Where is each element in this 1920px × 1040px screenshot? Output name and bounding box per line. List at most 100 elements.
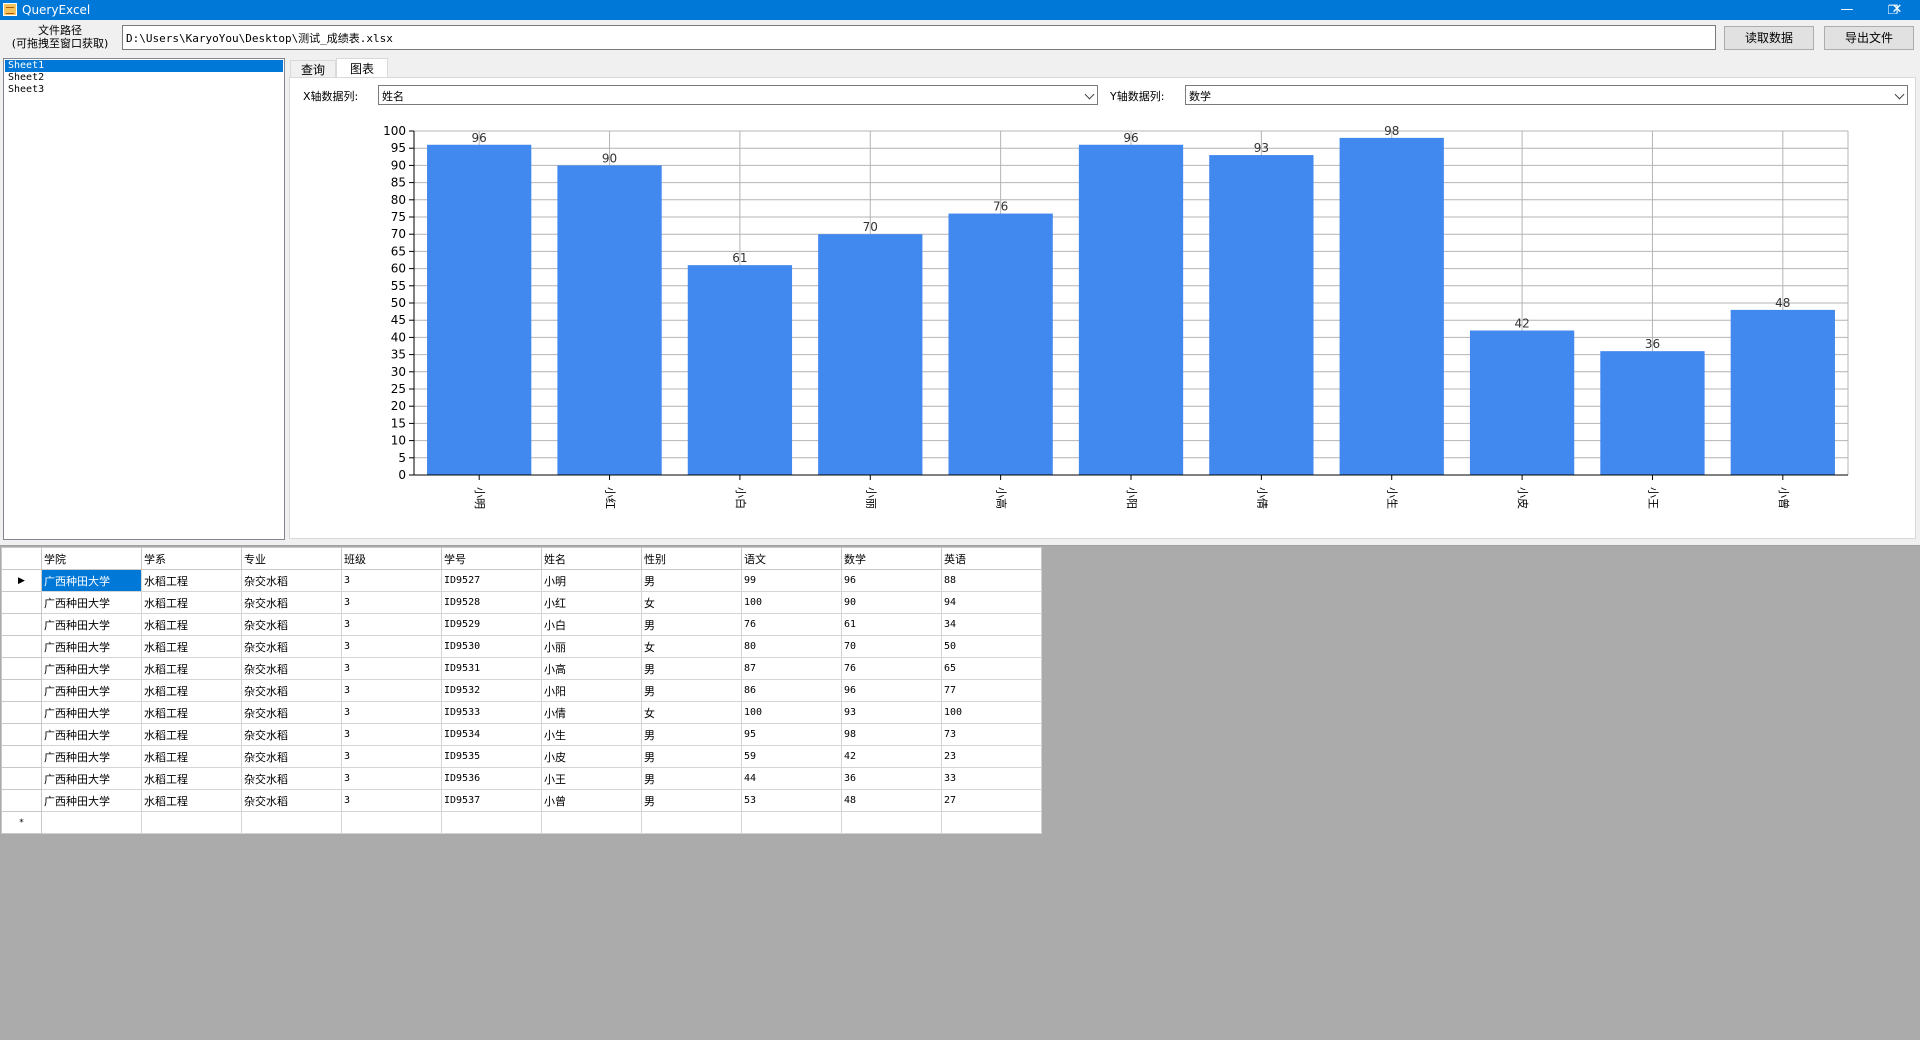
row-header[interactable]: * xyxy=(1,811,42,834)
table-cell[interactable]: 水稻工程 xyxy=(141,591,242,614)
table-row[interactable]: ▶ 广西种田大学 水稻工程 杂交水稻 3 ID9527 小明男 99 96 88 xyxy=(1,569,1042,592)
table-cell[interactable]: 61 xyxy=(841,613,942,636)
table-cell[interactable]: 水稻工程 xyxy=(141,701,242,724)
table-cell[interactable]: 小高 xyxy=(541,657,642,680)
table-cell[interactable]: 100 xyxy=(741,591,842,614)
table-cell[interactable] xyxy=(941,811,1042,834)
x-axis-column-select[interactable]: 姓名 xyxy=(378,85,1098,105)
table-cell[interactable]: 3 xyxy=(341,613,442,636)
table-cell[interactable]: 广西种田大学 xyxy=(41,679,142,702)
table-cell[interactable]: 广西种田大学 xyxy=(41,701,142,724)
table-cell[interactable]: 水稻工程 xyxy=(141,745,242,768)
table-cell[interactable]: 50 xyxy=(941,635,1042,658)
table-cell[interactable]: 36 xyxy=(841,767,942,790)
table-cell[interactable]: 水稻工程 xyxy=(141,657,242,680)
column-header[interactable]: 性别 xyxy=(641,547,742,570)
table-cell[interactable]: 27 xyxy=(941,789,1042,812)
table-cell[interactable]: 99 xyxy=(741,569,842,592)
table-cell[interactable]: 3 xyxy=(341,745,442,768)
table-cell[interactable]: 杂交水稻 xyxy=(241,767,342,790)
table-cell[interactable]: 73 xyxy=(941,723,1042,746)
table-row[interactable]: 广西种田大学 水稻工程 杂交水稻 3 ID9535 小皮男 59 42 23 xyxy=(1,745,1042,768)
table-cell[interactable]: 3 xyxy=(341,789,442,812)
row-header[interactable] xyxy=(1,613,42,636)
table-cell[interactable]: 女 xyxy=(641,591,742,614)
table-cell[interactable]: ID9531 xyxy=(441,657,542,680)
table-cell[interactable]: 杂交水稻 xyxy=(241,789,342,812)
row-header[interactable] xyxy=(1,723,42,746)
table-cell[interactable]: 90 xyxy=(841,591,942,614)
table-cell[interactable]: 3 xyxy=(341,679,442,702)
close-button[interactable]: ✕ xyxy=(1874,0,1920,20)
table-cell[interactable]: 48 xyxy=(841,789,942,812)
table-cell[interactable]: 广西种田大学 xyxy=(41,745,142,768)
table-cell[interactable]: 80 xyxy=(741,635,842,658)
table-cell[interactable] xyxy=(541,811,642,834)
table-cell[interactable]: 男 xyxy=(641,789,742,812)
table-cell[interactable]: 95 xyxy=(741,723,842,746)
table-cell[interactable]: 小阳 xyxy=(541,679,642,702)
read-data-button[interactable]: 读取数据 xyxy=(1724,26,1814,50)
table-cell[interactable]: 男 xyxy=(641,657,742,680)
column-header[interactable]: 学系 xyxy=(141,547,242,570)
table-cell[interactable]: ID9536 xyxy=(441,767,542,790)
table-cell[interactable]: 小王 xyxy=(541,767,642,790)
table-cell[interactable]: 53 xyxy=(741,789,842,812)
table-cell[interactable]: 杂交水稻 xyxy=(241,591,342,614)
table-cell[interactable]: 42 xyxy=(841,745,942,768)
table-cell[interactable]: 杂交水稻 xyxy=(241,569,342,592)
table-cell[interactable]: 水稻工程 xyxy=(141,723,242,746)
table-cell[interactable]: 3 xyxy=(341,723,442,746)
table-cell[interactable]: 女 xyxy=(641,701,742,724)
table-cell[interactable]: ID9535 xyxy=(441,745,542,768)
table-cell[interactable]: 98 xyxy=(841,723,942,746)
table-cell[interactable]: 100 xyxy=(741,701,842,724)
table-cell[interactable] xyxy=(241,811,342,834)
table-cell[interactable]: 杂交水稻 xyxy=(241,679,342,702)
table-cell[interactable]: 广西种田大学 xyxy=(41,723,142,746)
table-cell[interactable]: 杂交水稻 xyxy=(241,635,342,658)
table-cell[interactable]: 水稻工程 xyxy=(141,789,242,812)
table-cell[interactable]: 小生 xyxy=(541,723,642,746)
table-cell[interactable]: 77 xyxy=(941,679,1042,702)
table-cell[interactable]: 23 xyxy=(941,745,1042,768)
table-cell[interactable]: 65 xyxy=(941,657,1042,680)
sheet-list-item[interactable]: Sheet1 xyxy=(5,60,283,72)
new-row[interactable]: * xyxy=(1,811,1042,834)
table-cell[interactable]: ID9530 xyxy=(441,635,542,658)
table-row[interactable]: 广西种田大学 水稻工程 杂交水稻 3 ID9534 小生男 95 98 73 xyxy=(1,723,1042,746)
tab-chart[interactable]: 图表 xyxy=(336,58,388,78)
table-cell[interactable]: 小明 xyxy=(541,569,642,592)
table-cell[interactable]: 男 xyxy=(641,745,742,768)
table-cell[interactable]: 94 xyxy=(941,591,1042,614)
table-cell[interactable]: ID9527 xyxy=(441,569,542,592)
table-cell[interactable]: 86 xyxy=(741,679,842,702)
row-header[interactable] xyxy=(1,657,42,680)
table-cell[interactable]: 小皮 xyxy=(541,745,642,768)
row-header[interactable] xyxy=(1,767,42,790)
sheet-list-item[interactable]: Sheet3 xyxy=(5,84,283,96)
table-cell[interactable]: 水稻工程 xyxy=(141,679,242,702)
tab-query[interactable]: 查询 xyxy=(290,60,336,78)
table-cell[interactable]: 3 xyxy=(341,591,442,614)
table-cell[interactable]: 88 xyxy=(941,569,1042,592)
table-cell[interactable]: 广西种田大学 xyxy=(41,635,142,658)
sheet-list-item[interactable]: Sheet2 xyxy=(5,72,283,84)
table-cell[interactable] xyxy=(641,811,742,834)
table-cell[interactable]: 100 xyxy=(941,701,1042,724)
column-header[interactable]: 数学 xyxy=(841,547,942,570)
table-cell[interactable]: 男 xyxy=(641,613,742,636)
table-row[interactable]: 广西种田大学 水稻工程 杂交水稻 3 ID9537 小曾男 53 48 27 xyxy=(1,789,1042,812)
row-header[interactable]: ▶ xyxy=(1,569,42,592)
table-cell[interactable]: 广西种田大学 xyxy=(41,657,142,680)
table-cell[interactable]: 76 xyxy=(841,657,942,680)
minimize-button[interactable]: — xyxy=(1824,0,1870,20)
table-cell[interactable]: 杂交水稻 xyxy=(241,657,342,680)
table-cell[interactable]: ID9528 xyxy=(441,591,542,614)
table-cell[interactable]: 杂交水稻 xyxy=(241,745,342,768)
table-row[interactable]: 广西种田大学 水稻工程 杂交水稻 3 ID9533 小倩女 100 93 100 xyxy=(1,701,1042,724)
column-header[interactable]: 姓名 xyxy=(541,547,642,570)
table-cell[interactable]: 3 xyxy=(341,767,442,790)
table-cell[interactable]: ID9534 xyxy=(441,723,542,746)
table-cell[interactable]: 33 xyxy=(941,767,1042,790)
